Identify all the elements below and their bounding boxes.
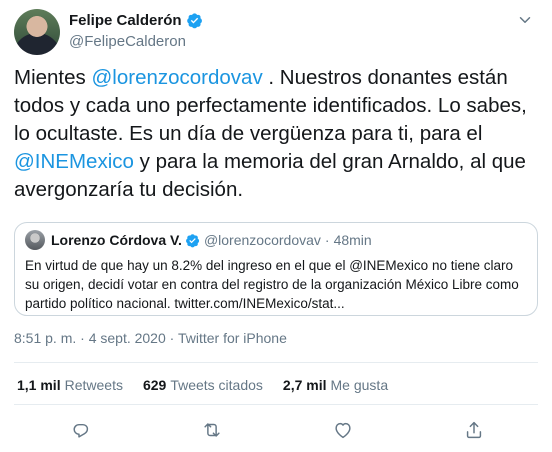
likes-stat[interactable]: 2,7 mil Me gusta <box>283 377 388 393</box>
retweets-stat[interactable]: 1,1 mil Retweets <box>17 377 123 393</box>
tweet-header: Felipe Calderón @FelipeCalderon <box>14 9 534 55</box>
mention-link[interactable]: @lorenzocordovav <box>91 66 262 89</box>
quoted-author-avatar <box>25 230 45 250</box>
retweet-icon[interactable] <box>201 419 223 441</box>
author-display-name[interactable]: Felipe Calderón <box>69 12 182 29</box>
verified-badge-icon <box>186 13 202 29</box>
author-avatar[interactable] <box>14 9 60 55</box>
quoted-author-name: Lorenzo Córdova V. <box>51 232 182 248</box>
reply-icon[interactable] <box>70 419 92 441</box>
retweets-count: 1,1 mil <box>17 377 61 393</box>
tweet-actions <box>14 419 538 441</box>
quoted-tweet[interactable]: Lorenzo Córdova V. @lorenzocordovav · 48… <box>14 222 538 316</box>
likes-label: Me gusta <box>330 377 389 393</box>
verified-badge-icon <box>186 233 200 247</box>
quotes-count: 629 <box>142 377 167 393</box>
author-handle[interactable]: @FelipeCalderon <box>69 33 186 50</box>
chevron-down-icon[interactable] <box>516 11 534 29</box>
quotes-label: Tweets citados <box>170 377 263 393</box>
divider <box>14 362 538 363</box>
tweet-text-segment: Mientes <box>14 66 92 89</box>
retweets-label: Retweets <box>64 377 123 393</box>
author-name-row: Felipe Calderón <box>69 12 203 29</box>
share-icon[interactable] <box>463 419 485 441</box>
tweet-text: Mientes @lorenzocordovav . Nuestros dona… <box>14 64 536 204</box>
tweet-timestamp[interactable]: 8:51 p. m. · 4 sept. 2020 · Twitter for … <box>14 330 287 346</box>
quoted-time: 48min <box>333 232 372 248</box>
heart-icon[interactable] <box>332 419 354 441</box>
quoted-author-handle: @lorenzocordovav <box>203 232 321 248</box>
quoted-tweet-body: En virtud de que hay un 8.2% del ingreso… <box>25 258 519 311</box>
quoted-tweet-header: Lorenzo Córdova V. @lorenzocordovav · 48… <box>51 232 372 248</box>
quoted-separator: · <box>324 232 330 248</box>
likes-count: 2,7 mil <box>282 377 327 393</box>
divider <box>14 404 538 405</box>
tweet-stats: 1,1 mil Retweets 629 Tweets citados 2,7 mi… <box>17 377 408 393</box>
quotes-stat[interactable]: 629 Tweets citados <box>143 377 263 393</box>
mention-link[interactable]: @INEMexico <box>14 150 134 173</box>
